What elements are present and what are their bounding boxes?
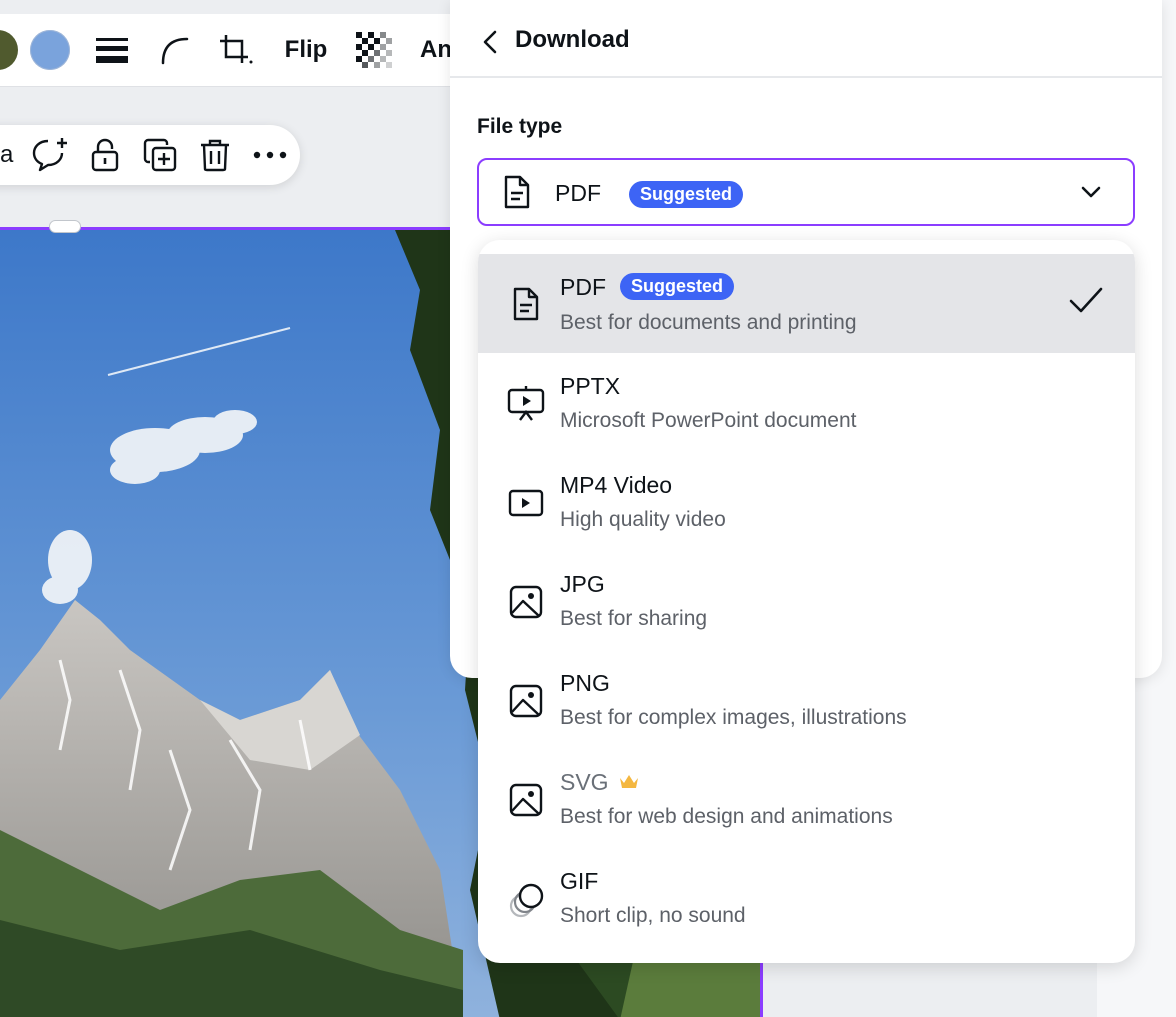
option-title: PPTX [560,373,621,399]
panel-title: Download [515,26,630,53]
image-icon [506,780,546,820]
more-icon[interactable] [246,125,294,185]
option-title: SVG [560,769,609,795]
image-icon [506,582,546,622]
document-icon [503,174,531,215]
chevron-down-icon [1079,180,1103,209]
option-svg[interactable]: SVG Best for web design and animations [478,749,1135,848]
option-description: Best for sharing [560,607,708,630]
option-mp4[interactable]: MP4 Video High quality video [478,452,1135,551]
checkmark-icon [1068,286,1104,321]
suggested-badge: Suggested [629,181,744,208]
option-description: Best for web design and animations [560,805,893,828]
floating-toolbar: a [0,125,300,185]
back-button[interactable] [474,22,506,62]
presentation-icon [506,383,546,423]
option-png[interactable]: PNG Best for complex images, illustratio… [478,650,1135,749]
crop-icon[interactable] [214,14,258,86]
gif-icon [506,879,546,919]
color-swatch-blue[interactable] [30,30,70,70]
resize-handle[interactable] [49,220,81,233]
option-pdf[interactable]: PDF Suggested Best for documents and pri… [478,254,1135,353]
file-type-label: File type [477,115,563,138]
transparency-icon[interactable] [352,14,396,86]
suggested-badge: Suggested [620,273,735,300]
chevron-left-icon [483,30,497,54]
option-jpg[interactable]: JPG Best for sharing [478,551,1135,650]
option-title: PDF [560,274,606,300]
duplicate-icon[interactable] [136,125,184,185]
document-icon [506,284,546,324]
animate-label: An [420,36,452,63]
element-toolbar: Flip An [0,14,520,87]
option-title: PNG [560,670,610,696]
file-type-select[interactable]: PDF Suggested [477,158,1135,226]
lock-icon[interactable] [81,125,129,185]
image-icon [506,681,546,721]
comment-add-icon[interactable] [26,125,74,185]
file-type-dropdown: PDF Suggested Best for documents and pri… [478,240,1135,963]
panel-header: Download [450,0,1162,78]
option-title: GIF [560,868,599,894]
option-title: JPG [560,571,605,597]
option-pptx[interactable]: PPTX Microsoft PowerPoint document [478,353,1135,452]
crown-icon [618,772,640,795]
floating-toolbar-label: a [0,141,14,168]
option-gif[interactable]: GIF Short clip, no sound [478,848,1135,947]
option-description: Microsoft PowerPoint document [560,409,857,432]
option-description: Best for complex images, illustrations [560,706,907,729]
color-swatch-olive[interactable] [0,30,18,70]
trash-icon[interactable] [191,125,239,185]
option-description: High quality video [560,508,726,531]
selected-file-type: PDF [555,180,601,206]
option-description: Short clip, no sound [560,904,746,927]
flip-label: Flip [284,36,328,63]
corner-rounding-icon[interactable] [154,14,194,86]
flip-button[interactable]: Flip [276,14,336,86]
option-description: Best for documents and printing [560,311,857,334]
video-icon [506,483,546,523]
option-title: MP4 Video [560,472,673,498]
border-style-icon[interactable] [92,14,132,86]
